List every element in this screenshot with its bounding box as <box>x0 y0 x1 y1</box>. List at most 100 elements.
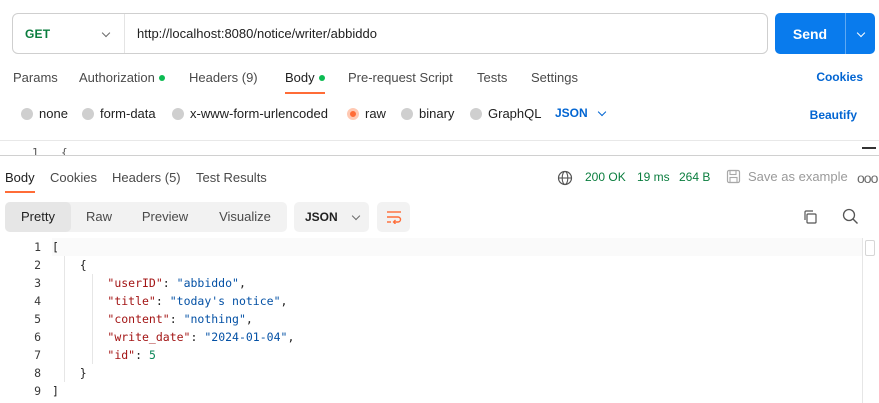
json-value: "today's notice" <box>169 294 281 308</box>
tab-authorization[interactable]: Authorization <box>79 70 165 85</box>
code-line: "title": "today's notice", <box>107 294 288 308</box>
globe-icon[interactable] <box>557 170 573 189</box>
wrap-lines-icon <box>386 211 401 224</box>
active-tab-underline <box>5 191 35 193</box>
radio-label: binary <box>419 106 455 121</box>
beautify-button[interactable]: Beautify <box>810 108 857 122</box>
open-brace: { <box>79 258 87 272</box>
body-type-radios: none form-data x-www-form-urlencoded raw… <box>0 104 879 124</box>
line-number: 4 <box>34 294 41 308</box>
line-number-gutter: 1 2 3 4 5 6 7 8 9 <box>0 238 50 400</box>
tab-tests[interactable]: Tests <box>477 70 507 85</box>
radio-raw[interactable]: raw <box>347 106 386 121</box>
send-label: Send <box>792 25 828 42</box>
tab-params[interactable]: Params <box>13 70 58 85</box>
response-format-label: JSON <box>305 210 338 224</box>
radio-circle-icon <box>21 107 33 120</box>
tab-body[interactable]: Body <box>285 70 325 85</box>
url-input[interactable]: http://localhost:8080/notice/writer/abbi… <box>125 26 377 41</box>
wrap-lines-button[interactable] <box>377 202 410 232</box>
code-line: } <box>52 364 862 382</box>
save-as-example-button[interactable]: Save as example <box>726 169 848 184</box>
tab-response-body[interactable]: Body <box>5 170 35 185</box>
json-code: [ { "userID": "abbiddo", "title": "today… <box>52 238 862 403</box>
url-bar: GET http://localhost:8080/notice/writer/… <box>12 13 768 54</box>
json-value: "2024-01-04" <box>204 330 288 344</box>
active-tab-underline <box>285 92 325 94</box>
line-number: 9 <box>34 384 41 398</box>
view-preview[interactable]: Preview <box>127 202 203 232</box>
status-dot-icon <box>318 74 325 81</box>
line-number: 1 <box>34 240 41 254</box>
code-line: "userID": "abbiddo", <box>107 276 246 290</box>
json-key: "content" <box>107 312 170 326</box>
line-number: 2 <box>34 258 41 272</box>
tab-pre-request-script[interactable]: Pre-request Script <box>348 70 453 85</box>
json-value: "abbiddo" <box>176 276 239 290</box>
tab-response-headers[interactable]: Headers (5) <box>112 170 181 185</box>
radio-label: form-data <box>100 106 156 121</box>
tab-headers[interactable]: Headers (9) <box>189 70 258 85</box>
tab-label: Body <box>285 70 315 85</box>
code-line: "id": 5 <box>107 348 156 362</box>
chevron-down-icon <box>596 107 608 119</box>
view-raw[interactable]: Raw <box>71 202 127 232</box>
radio-label: none <box>39 106 68 121</box>
radio-label: raw <box>365 106 386 121</box>
tab-response-cookies[interactable]: Cookies <box>50 170 97 185</box>
radio-x-www-form-urlencoded[interactable]: x-www-form-urlencoded <box>172 106 328 121</box>
send-button[interactable]: Send <box>775 13 875 54</box>
radio-circle-icon <box>82 107 94 120</box>
view-pretty[interactable]: Pretty <box>5 202 71 232</box>
line-number: 6 <box>34 330 41 344</box>
search-icon[interactable] <box>842 208 859 228</box>
indent-guide <box>92 274 93 364</box>
radio-label: GraphQL <box>488 106 542 121</box>
scrollbar[interactable] <box>862 238 876 403</box>
json-key: "userID" <box>107 276 163 290</box>
copy-icon[interactable] <box>802 209 818 228</box>
radio-circle-icon <box>470 107 482 120</box>
open-bracket: [ <box>52 240 59 254</box>
json-value: 5 <box>148 348 156 362</box>
json-value: "nothing" <box>183 312 246 326</box>
body-format-label: JSON <box>555 106 588 120</box>
tab-label: Pre-request Script <box>348 70 453 85</box>
view-mode-tabs: Pretty Raw Preview Visualize <box>5 202 287 232</box>
send-options-button[interactable] <box>846 28 875 40</box>
tab-test-results[interactable]: Test Results <box>196 170 267 185</box>
json-key: "title" <box>107 294 156 308</box>
radio-graphql[interactable]: GraphQL <box>470 106 541 121</box>
status-dot-icon <box>158 74 165 81</box>
method-select[interactable]: GET <box>13 14 125 53</box>
chevron-down-icon <box>350 211 362 223</box>
line-number: 5 <box>34 312 41 326</box>
tab-settings[interactable]: Settings <box>531 70 578 85</box>
request-tabs: Params Authorization Headers (9) Body Pr… <box>0 66 879 94</box>
radio-label: x-www-form-urlencoded <box>190 106 328 121</box>
tab-label: Headers (9) <box>189 70 258 85</box>
save-icon <box>726 169 741 184</box>
body-format-select[interactable]: JSON <box>555 106 608 120</box>
cookies-link[interactable]: Cookies <box>816 70 863 84</box>
response-body-viewer[interactable]: 1 2 3 4 5 6 7 8 9 [ { "userID": "abbiddo… <box>0 238 879 403</box>
scrollbar-thumb[interactable] <box>865 240 875 256</box>
line-number: 1 <box>32 146 39 156</box>
radio-binary[interactable]: binary <box>401 106 454 121</box>
status-code[interactable]: 200 OK <box>585 170 626 184</box>
radio-none[interactable]: none <box>21 106 68 121</box>
radio-form-data[interactable]: form-data <box>82 106 156 121</box>
response-format-select[interactable]: JSON <box>294 202 369 232</box>
response-time[interactable]: 19 ms <box>637 170 670 184</box>
scrollbar[interactable] <box>862 147 876 151</box>
radio-selected-icon <box>347 107 359 120</box>
code-line: "content": "nothing", <box>107 312 253 326</box>
chevron-down-icon <box>100 28 112 40</box>
request-body-editor[interactable]: 1 { <box>0 140 879 156</box>
save-as-example-label: Save as example <box>748 169 848 184</box>
close-brace: } <box>79 366 87 380</box>
response-size[interactable]: 264 B <box>679 170 710 184</box>
chevron-down-icon <box>855 28 867 40</box>
view-visualize[interactable]: Visualize <box>203 202 287 232</box>
more-options-icon[interactable]: ooo <box>857 170 878 186</box>
